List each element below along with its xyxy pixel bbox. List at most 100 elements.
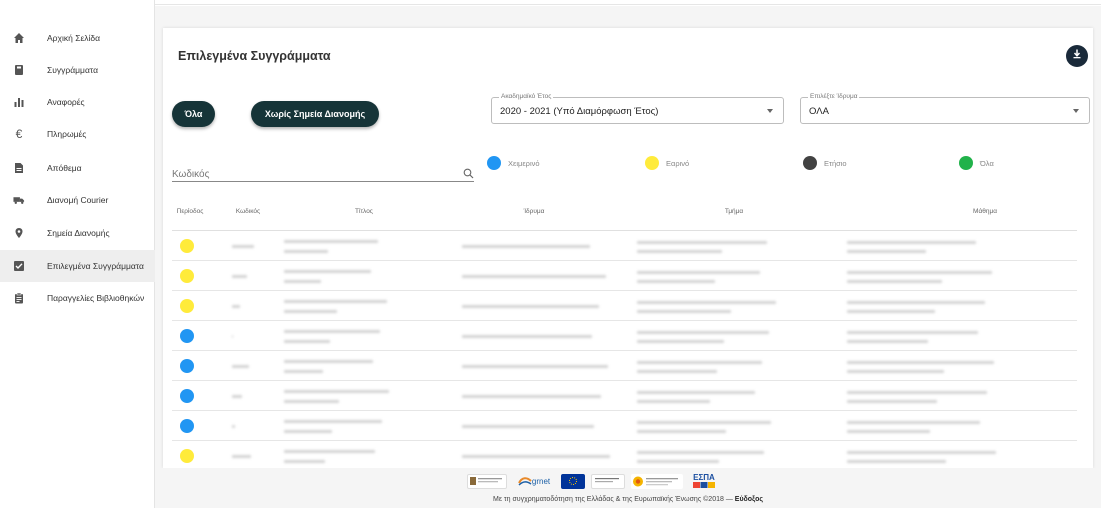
legend-winter[interactable]: Χειμερινό — [487, 156, 540, 170]
table-row[interactable] — [172, 412, 1077, 441]
code-search-input[interactable] — [172, 166, 442, 183]
redacted-cell — [284, 270, 371, 273]
period-dot — [180, 269, 194, 283]
redacted-cell — [462, 395, 601, 398]
sidebar-item-label: Αρχική Σελίδα — [47, 33, 101, 43]
redacted-cell — [284, 360, 373, 363]
redacted-cell — [284, 390, 389, 393]
redacted-cell — [462, 335, 592, 338]
redacted-cell — [847, 250, 926, 253]
sidebar-item-payments[interactable]: € Πληρωμές — [0, 118, 155, 150]
eu-flag-logo — [561, 473, 585, 489]
chevron-down-icon — [1073, 109, 1079, 113]
redacted-cell — [284, 420, 382, 423]
espa-logo: ΕΣΠΑ — [689, 474, 719, 489]
sidebar-item-stock[interactable]: Απόθεμα — [0, 152, 155, 184]
legend-all[interactable]: Όλα — [959, 156, 994, 170]
redacted-cell — [284, 300, 387, 303]
institution-select[interactable]: Επιλέξτε Ίδρυμα ΟΛΑ — [800, 93, 1090, 124]
redacted-cell — [232, 365, 249, 368]
annual-dot — [803, 156, 817, 170]
redacted-cell — [284, 250, 328, 253]
redacted-cell — [232, 305, 240, 308]
footer-text: Με τη συγχρηματοδότηση της Ελλάδας & της… — [492, 496, 733, 503]
academic-year-select[interactable]: Ακαδημαϊκό Έτος 2020 - 2021 (Υπό Διαμόρφ… — [491, 93, 784, 124]
download-icon — [1071, 47, 1083, 65]
home-icon — [13, 32, 25, 44]
redacted-cell — [637, 421, 771, 424]
redacted-cell — [637, 370, 717, 373]
sidebar-item-selected-books[interactable]: Επιλεγμένα Συγγράμματα — [0, 250, 155, 282]
redacted-cell — [847, 271, 992, 274]
ministry-logo — [467, 473, 507, 489]
period-dot — [180, 299, 194, 313]
sidebar-item-courier[interactable]: Διανομή Courier — [0, 184, 155, 216]
sponsor-logos: grnet ΕΣΠΑ — [467, 471, 719, 491]
sidebar-item-library-orders[interactable]: Παραγγελίες Βιβλιοθηκών — [0, 282, 155, 314]
filter-all-button[interactable]: Όλα — [172, 101, 215, 127]
redacted-cell — [284, 370, 323, 373]
redacted-cell — [637, 280, 715, 283]
redacted-cell — [637, 310, 731, 313]
period-dot — [180, 389, 194, 403]
legend-label: Εαρινό — [666, 158, 690, 168]
legend-spring[interactable]: Εαρινό — [645, 156, 689, 170]
table-row[interactable] — [172, 262, 1077, 291]
code-search — [172, 164, 474, 184]
search-icon[interactable] — [463, 166, 474, 184]
period-dot — [180, 239, 194, 253]
period-dot — [180, 419, 194, 433]
column-header-department[interactable]: Τμήμα — [725, 208, 743, 215]
redacted-cell — [847, 331, 978, 334]
sidebar-item-distribution-points[interactable]: Σημεία Διανομής — [0, 217, 155, 249]
redacted-cell — [847, 391, 987, 394]
footer-copyright: Με τη συγχρηματοδότηση της Ελλάδας & της… — [155, 496, 1101, 503]
redacted-cell — [462, 275, 606, 278]
table-row[interactable] — [172, 322, 1077, 351]
redacted-cell — [284, 310, 337, 313]
epanek-logo — [631, 473, 683, 489]
table-row[interactable] — [172, 442, 1077, 468]
column-header-course[interactable]: Μάθημα — [973, 208, 997, 215]
redacted-cell — [462, 365, 608, 368]
footer-brand: Εύδοξος — [734, 496, 763, 503]
sidebar-item-label: Πληρωμές — [47, 129, 87, 139]
redacted-cell — [637, 451, 764, 454]
redacted-cell — [462, 245, 590, 248]
column-header-period[interactable]: Περίοδος — [177, 208, 204, 215]
redacted-cell — [847, 451, 996, 454]
redacted-cell — [284, 400, 339, 403]
institution-value: ΟΛΑ — [809, 106, 829, 117]
redacted-cell — [232, 395, 242, 398]
table-header: Περίοδος Κωδικός Τίτλος Ίδρυμα Τμήμα Μάθ… — [172, 198, 1077, 231]
document-icon — [13, 162, 25, 174]
filter-no-distribution-points-button[interactable]: Χωρίς Σημεία Διανομής — [251, 101, 379, 127]
sidebar-item-books[interactable]: Συγγράμματα — [0, 54, 155, 86]
table-row[interactable] — [172, 292, 1077, 321]
table-row[interactable] — [172, 382, 1077, 411]
table-row[interactable] — [172, 232, 1077, 261]
all-dot — [959, 156, 973, 170]
legend-annual[interactable]: Ετήσιο — [803, 156, 847, 170]
table-row[interactable] — [172, 352, 1077, 381]
redacted-cell — [284, 280, 321, 283]
redacted-cell — [232, 425, 235, 428]
redacted-cell — [637, 400, 710, 403]
column-header-institution[interactable]: Ίδρυμα — [524, 208, 545, 215]
sidebar-item-home[interactable]: Αρχική Σελίδα — [0, 22, 155, 54]
redacted-cell — [847, 400, 937, 403]
column-header-code[interactable]: Κωδικός — [236, 208, 260, 215]
redacted-cell — [232, 245, 254, 248]
redacted-cell — [284, 460, 325, 463]
sidebar-item-label: Παραγγελίες Βιβλιοθηκών — [47, 293, 145, 303]
sidebar-item-label: Επιλεγμένα Συγγράμματα — [47, 261, 144, 271]
spring-dot — [645, 156, 659, 170]
sidebar-item-label: Απόθεμα — [47, 163, 82, 173]
redacted-cell — [637, 250, 722, 253]
download-button[interactable] — [1066, 45, 1088, 67]
column-header-title[interactable]: Τίτλος — [355, 208, 373, 215]
page-title: Επιλεγμένα Συγγράμματα — [178, 49, 331, 63]
sidebar-item-reports[interactable]: Αναφορές — [0, 86, 155, 118]
redacted-cell — [462, 305, 599, 308]
clipboard-icon — [13, 292, 25, 304]
